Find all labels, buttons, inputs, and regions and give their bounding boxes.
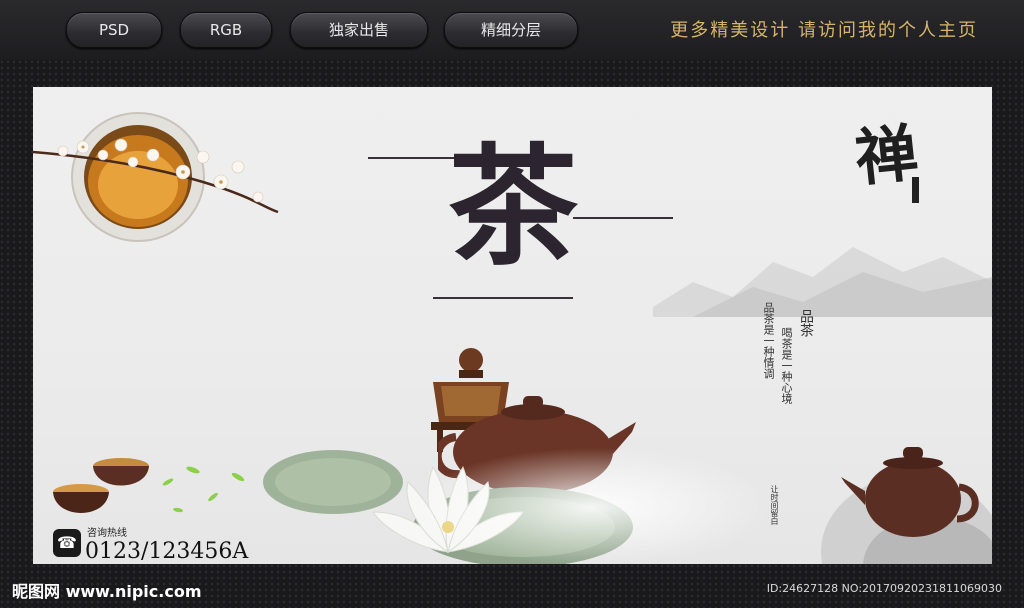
title-line-right: [573, 217, 673, 219]
layers-badge[interactable]: 精细分层: [444, 12, 578, 48]
promo-tagline[interactable]: 更多精美设计 请访问我的个人主页: [670, 16, 978, 42]
title-line-bottom: [433, 297, 573, 299]
title-line-top: [368, 157, 458, 159]
hotline-label: 咨询热线: [87, 528, 127, 539]
rgb-badge[interactable]: RGB: [180, 12, 272, 48]
exclusive-badge[interactable]: 独家出售: [290, 12, 428, 48]
mist-effect: [413, 447, 773, 564]
top-bar: PSD RGB 独家出售 精细分层 更多精美设计 请访问我的个人主页: [0, 0, 1024, 60]
plum-blossom-branch: [33, 138, 279, 214]
nipic-logo[interactable]: 昵图网 www.nipic.com: [12, 578, 202, 602]
red-seal-stamp: [912, 177, 919, 203]
tea-cups-image: [53, 458, 149, 513]
vertical-text-left: 品茶是一种情调: [762, 302, 775, 379]
mountain-ink-landscape: [653, 247, 992, 317]
tea-title-char: 茶: [448, 130, 579, 283]
pin-cha-text: 品茶: [798, 309, 814, 337]
teapot-right-image: [841, 447, 979, 537]
green-leaves: [162, 466, 245, 513]
hotline-number: 0123/123456A: [85, 539, 249, 564]
psd-badge[interactable]: PSD: [66, 12, 162, 48]
image-id-text: ID:24627128 NO:20170920231811069030: [766, 582, 1002, 595]
poster-canvas: 茶 禅 品茶 品茶是一种情调 喝茶是一种心境 让时间留白 ☎ 咨询热线 0123…: [33, 87, 992, 564]
vertical-text-right: 喝茶是一种心境: [780, 327, 793, 404]
phone-icon: ☎: [53, 529, 81, 557]
